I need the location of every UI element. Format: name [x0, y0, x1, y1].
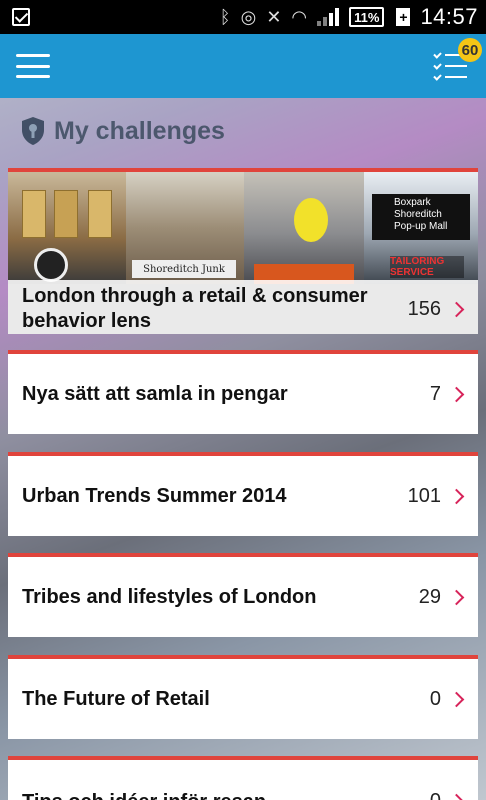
challenge-card[interactable]: Urban Trends Summer 2014 101: [8, 452, 478, 536]
challenge-card[interactable]: Shoreditch Junk Boxpark Shoreditch Pop-up …: [8, 168, 478, 334]
challenge-count: 156: [407, 297, 441, 320]
challenge-count: 101: [407, 484, 441, 507]
challenge-card[interactable]: The Future of Retail 0: [8, 655, 478, 739]
challenge-card[interactable]: Tips och idéer inför resan 0: [8, 756, 478, 800]
challenge-title: Tips och idéer inför resan: [22, 790, 266, 800]
shield-icon: [22, 117, 44, 145]
challenge-title: Urban Trends Summer 2014: [22, 484, 287, 507]
cover-photo-street: [244, 172, 364, 284]
challenge-cover-image: Shoreditch Junk Boxpark Shoreditch Pop-up …: [8, 172, 478, 284]
bluetooth-icon: ᛒ: [219, 7, 231, 27]
cover-photo-shop: [8, 172, 126, 284]
cover-photo-barber: Shoreditch Junk: [126, 172, 244, 284]
app-bar: 60: [0, 34, 486, 98]
challenge-title: Nya sätt att samla in pengar: [22, 382, 288, 405]
check-icon: [12, 8, 30, 26]
signal-icon: [317, 8, 340, 26]
challenge-count: 7: [429, 382, 441, 405]
wifi-icon: ◠: [291, 7, 308, 27]
section-header: My challenges: [20, 116, 225, 146]
vibrate-off-icon: ✕: [266, 7, 282, 27]
chevron-right-icon: [448, 301, 465, 317]
challenge-count: 29: [418, 585, 441, 608]
notification-badge: 60: [458, 38, 482, 62]
chevron-right-icon: [448, 386, 465, 402]
charging-icon: +: [396, 8, 411, 26]
data-saver-icon: ◎: [240, 7, 257, 27]
hamburger-menu-icon[interactable]: [16, 54, 50, 78]
challenge-count: 0: [430, 790, 441, 800]
chevron-right-icon: [448, 488, 465, 504]
chevron-right-icon: [448, 589, 465, 605]
challenge-card[interactable]: Tribes and lifestyles of London 29: [8, 553, 478, 637]
battery-level: 11%: [354, 9, 380, 25]
challenge-count: 0: [429, 687, 441, 710]
status-bar: ᛒ ◎ ✕ ◠ 11% + 14:57: [0, 0, 486, 34]
cover-photo-sign: Boxpark Shoreditch Pop-up Mall TAILORING SE…: [364, 172, 478, 284]
challenge-card[interactable]: Nya sätt att samla in pengar 7: [8, 350, 478, 434]
section-title: My challenges: [54, 116, 225, 145]
chevron-right-icon: [448, 691, 465, 707]
challenge-title: London through a retail & consumer behav…: [22, 285, 368, 332]
challenge-card-caption: London through a retail & consumer behav…: [8, 280, 478, 334]
clock: 14:57: [420, 4, 478, 29]
challenge-title: The Future of Retail: [22, 687, 210, 710]
challenge-title: Tribes and lifestyles of London: [22, 585, 317, 608]
battery-icon: 11%: [349, 7, 385, 27]
chevron-right-icon: [448, 793, 465, 800]
task-list-icon[interactable]: 60: [433, 38, 482, 82]
